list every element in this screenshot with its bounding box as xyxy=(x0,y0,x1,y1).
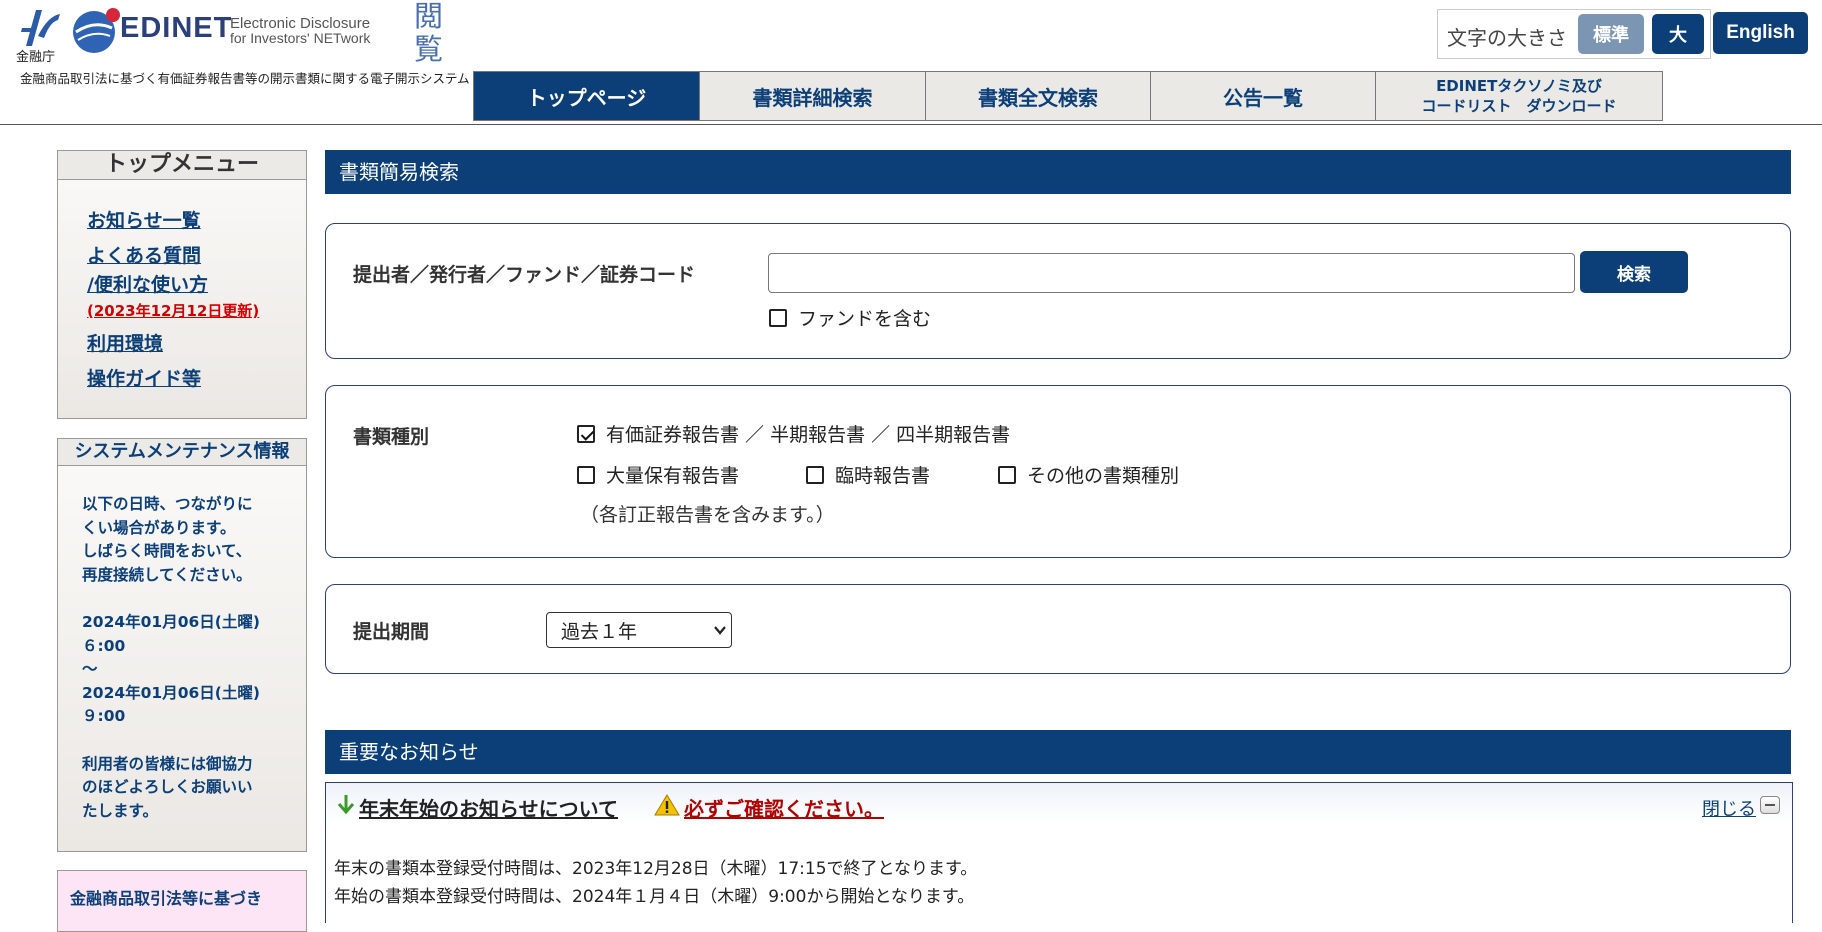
tab-fulltext-search[interactable]: 書類全文検索 xyxy=(926,71,1151,121)
maintenance-box: システムメンテナンス情報 以下の日時、つながりに くい場合があります。 しばらく… xyxy=(57,438,307,852)
maintenance-start-date: 2024年01月06日(土曜) xyxy=(82,613,260,631)
sidebar-link-news[interactable]: お知らせ一覧 xyxy=(87,207,259,236)
site-header: 金融庁 EDINET Electronic Disclosure for Inv… xyxy=(0,0,1822,125)
font-size-standard-button[interactable]: 標準 xyxy=(1578,14,1644,54)
law-info-box[interactable]: 金融商品取引法等に基づき xyxy=(57,870,307,932)
brand-name: EDINET xyxy=(120,12,233,44)
period-label: 提出期間 xyxy=(353,621,430,643)
collapse-icon[interactable] xyxy=(1760,796,1780,814)
period-panel: 提出期間 過去１年 xyxy=(325,584,1791,674)
include-fund-checkbox-row[interactable]: ファンドを含む xyxy=(769,304,931,331)
large-holding-checkbox[interactable] xyxy=(577,465,595,484)
faq-update-note[interactable]: (2023年12月12日更新) xyxy=(87,300,259,322)
notice-text-line: 年末の書類本登録受付時間は、2023年12月28日（木曜）17:15で終了となり… xyxy=(334,859,978,879)
tab-taxonomy-line-1: EDINETタクソノミ及び xyxy=(1436,77,1602,95)
notice-text-line: 年始の書類本登録受付時間は、2024年１月４日（木曜）9:00から開始となります… xyxy=(334,887,975,907)
brand-subtitle-2: for Investors' NETwork xyxy=(230,30,371,46)
annual-report-label: 有価証券報告書 ／ 半期報告書 ／ 四半期報告書 xyxy=(606,424,1011,446)
notice-warning-link[interactable]: 必ずご確認ください。 xyxy=(684,793,884,822)
search-button[interactable]: 検索 xyxy=(1580,251,1688,293)
english-button[interactable]: English xyxy=(1713,12,1808,54)
tab-taxonomy-download[interactable]: EDINETタクソノミ及び コードリスト ダウンロード xyxy=(1376,71,1663,121)
sidebar-link-tips[interactable]: /便利な使い方 xyxy=(87,271,259,300)
other-type-checkbox[interactable] xyxy=(998,465,1016,484)
large-holding-label: 大量保有報告書 xyxy=(606,465,740,487)
chevron-down-icon xyxy=(714,626,726,635)
sidebar-link-guide[interactable]: 操作ガイド等 xyxy=(87,365,259,394)
maintenance-line: 再度接続してください。 xyxy=(82,565,252,584)
other-type-label: その他の書類種別 xyxy=(1027,465,1180,487)
maintenance-end-time: ９:00 xyxy=(82,707,126,725)
notice-close-link[interactable]: 閉じる xyxy=(1702,795,1756,821)
include-fund-label: ファンドを含む xyxy=(798,308,932,330)
maintenance-closing-line: たします。 xyxy=(82,801,158,820)
code-search-panel: 提出者／発行者／ファンド／証券コード 検索 ファンドを含む xyxy=(325,223,1791,359)
maintenance-closing-line: 利用者の皆様には御協力 xyxy=(82,754,253,773)
extraordinary-report-label: 臨時報告書 xyxy=(835,465,931,487)
notice-title-link[interactable]: 年末年始のお知らせについて xyxy=(359,793,618,822)
type-option-other[interactable]: その他の書類種別 xyxy=(998,461,1179,488)
logo-area[interactable]: 金融庁 EDINET Electronic Disclosure for Inv… xyxy=(16,0,470,88)
law-box-text: 金融商品取引法等に基づき xyxy=(70,889,263,908)
arrow-down-icon xyxy=(337,795,355,815)
sidebar-link-faq[interactable]: よくある質問 xyxy=(87,242,259,271)
warning-icon xyxy=(654,794,680,816)
extraordinary-report-checkbox[interactable] xyxy=(806,465,824,484)
tab-public-notices[interactable]: 公告一覧 xyxy=(1151,71,1376,121)
top-menu-box: トップメニュー お知らせ一覧 よくある質問 /便利な使い方 (2023年12月1… xyxy=(57,150,307,419)
maintenance-end-date: 2024年01月06日(土曜) xyxy=(82,683,260,702)
top-menu-title: トップメニュー xyxy=(58,151,306,180)
maintenance-range-mark: ～ xyxy=(82,660,98,678)
font-size-label: 文字の大きさ xyxy=(1447,26,1567,50)
global-nav: トップページ 書類詳細検索 書類全文検索 公告一覧 EDINETタクソノミ及び … xyxy=(473,71,1663,121)
font-size-large-button[interactable]: 大 xyxy=(1652,14,1704,54)
amendment-note: （各訂正報告書を含みます。） xyxy=(580,504,835,526)
type-option-large-holding[interactable]: 大量保有報告書 xyxy=(577,461,739,488)
mode-label: 閲覧 xyxy=(414,0,444,66)
code-field-label: 提出者／発行者／ファンド／証券コード xyxy=(353,264,696,286)
annual-report-checkbox[interactable] xyxy=(577,424,595,443)
font-size-selector: 文字の大きさ 標準 大 xyxy=(1437,9,1711,59)
maintenance-closing-line: のほどよろしくお願いい xyxy=(82,778,253,796)
tab-detailed-search[interactable]: 書類詳細検索 xyxy=(700,71,926,121)
tab-top-page[interactable]: トップページ xyxy=(473,71,700,121)
edinet-logo-icon xyxy=(73,8,120,53)
document-type-panel: 書類種別 有価証券報告書 ／ 半期報告書 ／ 四半期報告書 大量保有報告書 臨時… xyxy=(325,385,1791,558)
fsa-label: 金融庁 xyxy=(16,50,56,65)
search-section-header: 書類簡易検索 xyxy=(325,150,1791,194)
brand-subtitle-1: Electronic Disclosure xyxy=(230,15,371,32)
period-selected-value: 過去１年 xyxy=(561,620,638,643)
include-fund-checkbox[interactable] xyxy=(769,308,787,327)
system-description: 金融商品取引法に基づく有価証券報告書等の開示書類に関する電子開示システム xyxy=(20,71,470,86)
period-select[interactable]: 過去１年 xyxy=(546,612,732,648)
fsa-logo-icon xyxy=(21,10,60,46)
type-option-annual-report[interactable]: 有価証券報告書 ／ 半期報告書 ／ 四半期報告書 xyxy=(577,420,1010,447)
maintenance-body: 以下の日時、つながりに くい場合があります。 しばらく時間をおいて、 再度接続し… xyxy=(82,493,292,823)
notice-item: 年末年始のお知らせについて 必ずご確認ください。 閉じる 年末の書類本登録受付時… xyxy=(325,782,1793,923)
maintenance-start-time: ６:00 xyxy=(82,636,126,655)
document-type-label: 書類種別 xyxy=(353,426,430,448)
maintenance-line: しばらく時間をおいて、 xyxy=(82,542,252,560)
type-option-extraordinary[interactable]: 臨時報告書 xyxy=(806,461,930,488)
sidebar-link-environment[interactable]: 利用環境 xyxy=(87,330,259,359)
maintenance-title: システムメンテナンス情報 xyxy=(58,439,306,466)
maintenance-line: 以下の日時、つながりに xyxy=(82,495,253,513)
maintenance-line: くい場合があります。 xyxy=(82,518,236,537)
notice-section-header: 重要なお知らせ xyxy=(325,730,1791,774)
tab-taxonomy-line-2: コードリスト ダウンロード xyxy=(1421,97,1617,115)
code-search-input[interactable] xyxy=(768,253,1575,293)
